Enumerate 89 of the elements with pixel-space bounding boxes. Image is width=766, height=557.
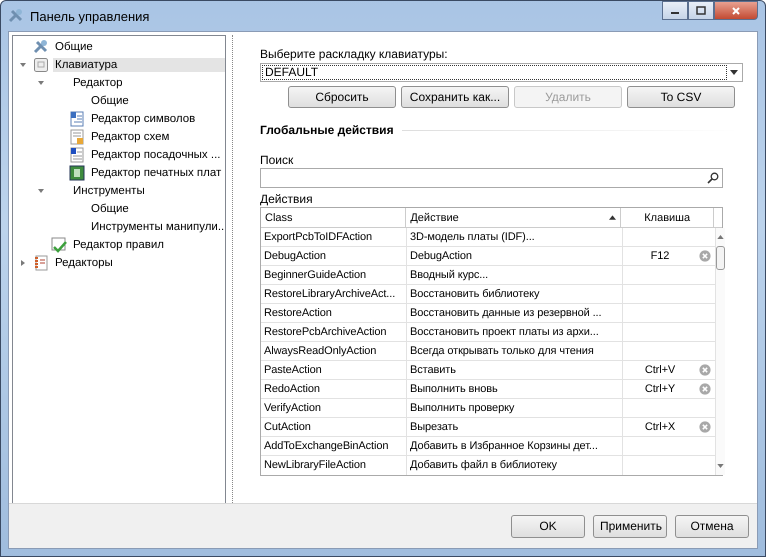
table-cell: RestoreLibraryArchiveAct... <box>261 285 407 303</box>
table-cell: RedoAction <box>261 380 407 398</box>
table-cell-text: Ctrl+Y <box>644 382 676 397</box>
table-cell: Восстановить проект платы из архи... <box>407 323 623 341</box>
clear-icon[interactable] <box>699 250 711 262</box>
layout-button[interactable]: Сохранить как... <box>401 86 509 108</box>
table-cell: 3D-модель платы (IDF)... <box>407 228 623 246</box>
document-icon <box>69 111 85 127</box>
tree-item[interactable]: Редактор схем <box>89 130 172 144</box>
search-field[interactable] <box>260 168 723 188</box>
key-icon <box>33 57 49 73</box>
table-cell: CutAction <box>261 418 407 436</box>
table-cell: ExportPcbToIDFAction <box>261 228 407 246</box>
notebook-icon <box>33 255 49 271</box>
table-cell: PasteAction <box>261 361 407 379</box>
table-cell: AddToExchangeBinAction <box>261 437 407 455</box>
table-cell: Восстановить данные из резервной ... <box>407 304 623 322</box>
table-cell: Всегда открывать только для чтения <box>407 342 623 360</box>
table-cell: Восстановить библиотеку <box>407 285 623 303</box>
table-cell: Выполнить вновь <box>407 380 623 398</box>
tree-item[interactable]: Клавиатура <box>53 58 225 72</box>
layout-label: Выберите раскладку клавиатуры: <box>260 46 449 62</box>
clear-icon[interactable] <box>699 383 711 395</box>
tree-item[interactable]: Инструменты <box>71 184 147 198</box>
table-cell-text: Ctrl+V <box>644 363 676 378</box>
tree-item[interactable]: Редактор <box>71 76 125 90</box>
tree-item[interactable]: Редактор печатных плат <box>89 166 224 180</box>
expand-arrow-icon[interactable] <box>19 259 27 267</box>
clear-icon[interactable] <box>699 364 711 376</box>
scroll-up-icon[interactable] <box>717 235 724 239</box>
table-cell-text: F12 <box>650 249 670 264</box>
collapse-arrow-icon[interactable] <box>37 187 45 195</box>
table-cell: Добавить файл в библиотеку <box>407 456 623 475</box>
tree-item[interactable]: Редактор правил <box>71 238 166 252</box>
table-cell: VerifyAction <box>261 399 407 417</box>
table-cell: Вводный курс... <box>407 266 623 284</box>
table-cell: Вырезать <box>407 418 623 436</box>
table-cell: Вставить <box>407 361 623 379</box>
table-cell: BeginnerGuideAction <box>261 266 407 284</box>
tree-item[interactable]: Общие <box>89 94 131 108</box>
dialog-button[interactable]: Отмена <box>675 514 749 538</box>
tree-item[interactable]: Инструменты манипули... <box>89 220 225 234</box>
tools-icon <box>33 39 49 55</box>
maximize-icon <box>696 6 706 16</box>
collapse-arrow-icon[interactable] <box>37 79 45 87</box>
table-cell: AlwaysReadOnlyAction <box>261 342 407 360</box>
table-cell-text: Ctrl+X <box>644 420 676 435</box>
tree-item[interactable]: Общие <box>53 40 95 54</box>
search-icon <box>707 172 719 184</box>
table-cell: DebugAction <box>407 247 623 265</box>
minimize-button[interactable] <box>662 1 688 20</box>
layout-button[interactable]: To CSV <box>627 86 735 108</box>
scroll-thumb[interactable] <box>716 246 725 270</box>
clear-icon[interactable] <box>699 421 711 433</box>
tree-item[interactable]: Редактор посадочных ... <box>89 148 222 162</box>
layout-dropdown[interactable]: DEFAULT <box>260 63 743 82</box>
table-cell: RestorePcbArchiveAction <box>261 323 407 341</box>
table-cell: Выполнить проверку <box>407 399 623 417</box>
window-title: Панель управления <box>30 8 150 24</box>
close-icon <box>731 6 741 16</box>
table-cell: RestoreAction <box>261 304 407 322</box>
circuit-board-icon <box>69 165 85 181</box>
checklist-icon <box>51 237 67 253</box>
dialog-button[interactable]: Применить <box>593 514 667 538</box>
section-title: Глобальные действия <box>260 123 394 137</box>
column-header[interactable]: Действие <box>406 208 622 227</box>
close-button[interactable] <box>714 1 758 20</box>
table-cell: Добавить в Избранное Корзины дет... <box>407 437 623 455</box>
table-cell: DebugAction <box>261 247 407 265</box>
splitter-handle[interactable] <box>232 35 234 503</box>
scrollbar[interactable] <box>716 228 725 475</box>
caret-icon <box>730 70 738 75</box>
dialog-button[interactable]: OK <box>511 514 585 538</box>
table-label: Действия <box>260 191 314 207</box>
column-header[interactable]: Class <box>261 208 406 227</box>
scroll-down-icon[interactable] <box>717 464 724 468</box>
column-header[interactable]: Клавиша <box>621 208 714 227</box>
tree-item[interactable]: Редакторы <box>53 256 115 270</box>
maximize-button[interactable] <box>688 1 714 20</box>
tree-item[interactable]: Редактор символов <box>89 112 198 126</box>
table-cell: NewLibraryFileAction <box>261 456 407 475</box>
layout-button[interactable]: Сбросить <box>288 86 396 108</box>
document-icon <box>69 147 85 163</box>
collapse-arrow-icon[interactable] <box>19 61 27 69</box>
tree-item[interactable]: Общие <box>89 202 131 216</box>
document-icon <box>69 129 85 145</box>
minimize-icon <box>671 12 679 14</box>
search-label: Поиск <box>260 152 294 168</box>
tools-icon <box>8 8 24 24</box>
